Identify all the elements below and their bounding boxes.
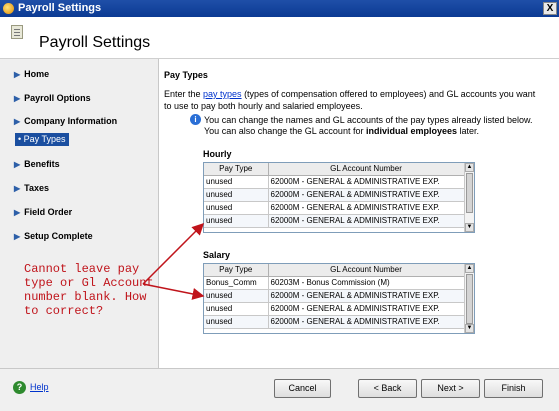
arrow-to-salary — [142, 283, 205, 300]
arrow-to-hourly — [142, 222, 205, 285]
cancel-button[interactable]: Cancel — [274, 379, 331, 398]
finish-button[interactable]: Finish — [484, 379, 543, 398]
back-button[interactable]: < Back — [358, 379, 417, 398]
help-link[interactable]: Help — [30, 382, 49, 392]
footer: ? Help Cancel < Back Next > Finish — [0, 368, 559, 411]
help-icon[interactable]: ? — [13, 381, 26, 394]
next-button[interactable]: Next > — [421, 379, 480, 398]
annotation-arrows — [142, 222, 205, 300]
